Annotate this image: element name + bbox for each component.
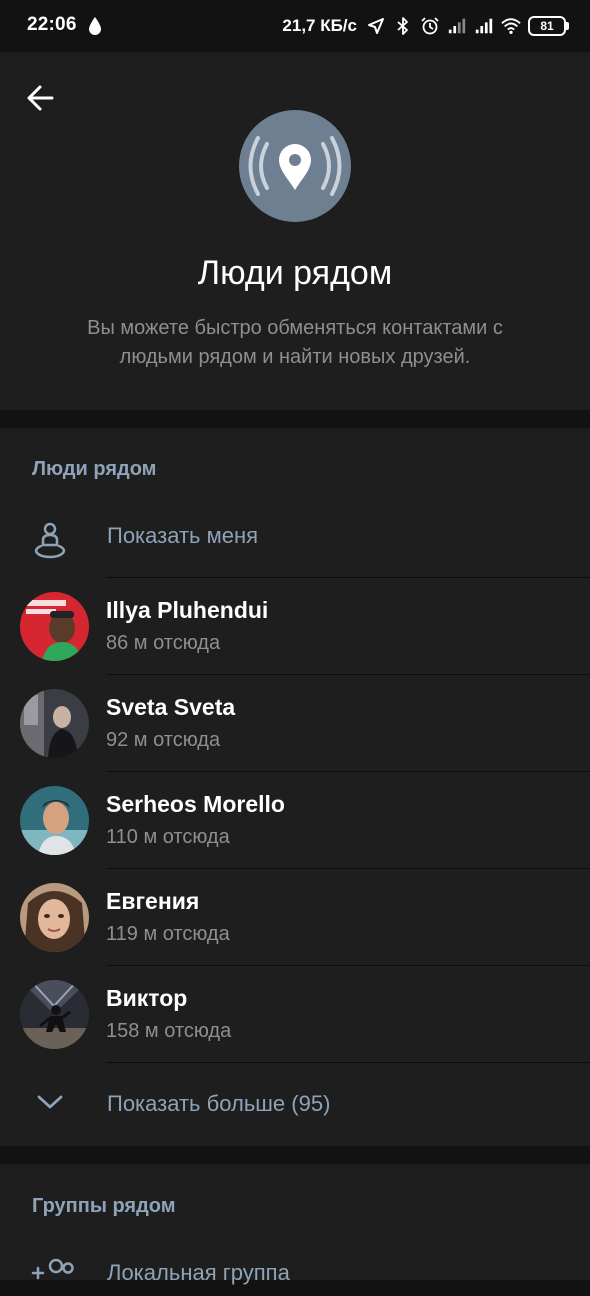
wifi-icon xyxy=(501,18,521,34)
network-speed: 21,7 КБ/с xyxy=(282,16,357,35)
people-section-title: Люди рядом xyxy=(32,458,157,480)
groups-section-title: Группы рядом xyxy=(32,1195,176,1217)
divider xyxy=(106,1062,590,1063)
person-distance: 86 м отсюда xyxy=(106,632,221,654)
person-name: Serheos Morello xyxy=(106,791,285,817)
person-location-icon xyxy=(34,522,66,559)
avatar xyxy=(20,786,89,855)
bluetooth-icon xyxy=(397,17,408,35)
person-row[interactable]: Евгения 119 м отсюда xyxy=(0,869,590,966)
person-row[interactable]: Виктор 158 м отсюда xyxy=(0,966,590,1063)
signal-icon xyxy=(475,18,493,34)
person-distance: 110 м отсюда xyxy=(106,826,230,848)
person-name: Евгения xyxy=(106,888,200,914)
status-time: 22:06 xyxy=(27,14,77,35)
signal-icon xyxy=(448,18,466,34)
page-description: Вы можете быстро обменяться контактами с… xyxy=(87,317,503,368)
person-distance: 119 м отсюда xyxy=(106,923,230,945)
show-more-row[interactable]: Показать больше (95) xyxy=(0,1070,590,1140)
avatar xyxy=(20,689,89,758)
page-title: Люди рядом xyxy=(197,254,393,292)
location-pin-hero-icon xyxy=(239,110,351,222)
people-nearby-section: Люди рядом Показать меня Illya Pluhendui… xyxy=(0,428,590,1146)
show-me-row[interactable]: Показать меня xyxy=(0,506,590,576)
show-more-label: Показать больше (95) xyxy=(107,1091,331,1116)
person-row[interactable]: Serheos Morello 110 м отсюда xyxy=(0,772,590,869)
battery-icon: 81 xyxy=(528,16,569,36)
person-distance: 158 м отсюда xyxy=(106,1020,232,1042)
person-name: Виктор xyxy=(106,985,188,1011)
status-bar: 22:06 21,7 КБ/с 81 xyxy=(0,0,590,52)
groups-nearby-section: Группы рядом Локальная группа xyxy=(0,1164,590,1285)
person-name: Sveta Sveta xyxy=(106,694,236,720)
alarm-icon xyxy=(421,17,439,35)
battery-level: 81 xyxy=(540,19,554,33)
back-arrow-icon[interactable] xyxy=(22,78,62,118)
location-arrow-icon xyxy=(368,18,384,34)
person-row[interactable]: Sveta Sveta 92 м отсюда xyxy=(0,675,590,772)
person-name: Illya Pluhendui xyxy=(106,597,269,623)
show-me-label: Показать меня xyxy=(107,523,259,548)
header: Люди рядом Вы можете быстро обменяться к… xyxy=(0,52,590,410)
avatar xyxy=(20,980,89,1049)
local-group-row[interactable]: Локальная группа xyxy=(0,1246,590,1286)
local-group-label: Локальная группа xyxy=(107,1260,290,1285)
chevron-down-icon xyxy=(37,1095,63,1109)
status-icons: 21,7 КБ/с 81 xyxy=(282,13,569,39)
person-row[interactable]: Illya Pluhendui 86 м отсюда xyxy=(0,578,590,675)
person-distance: 92 м отсюда xyxy=(106,729,221,751)
drop-icon xyxy=(89,17,101,35)
avatar xyxy=(20,883,89,952)
group-add-icon xyxy=(31,1258,74,1280)
avatar xyxy=(20,592,89,661)
